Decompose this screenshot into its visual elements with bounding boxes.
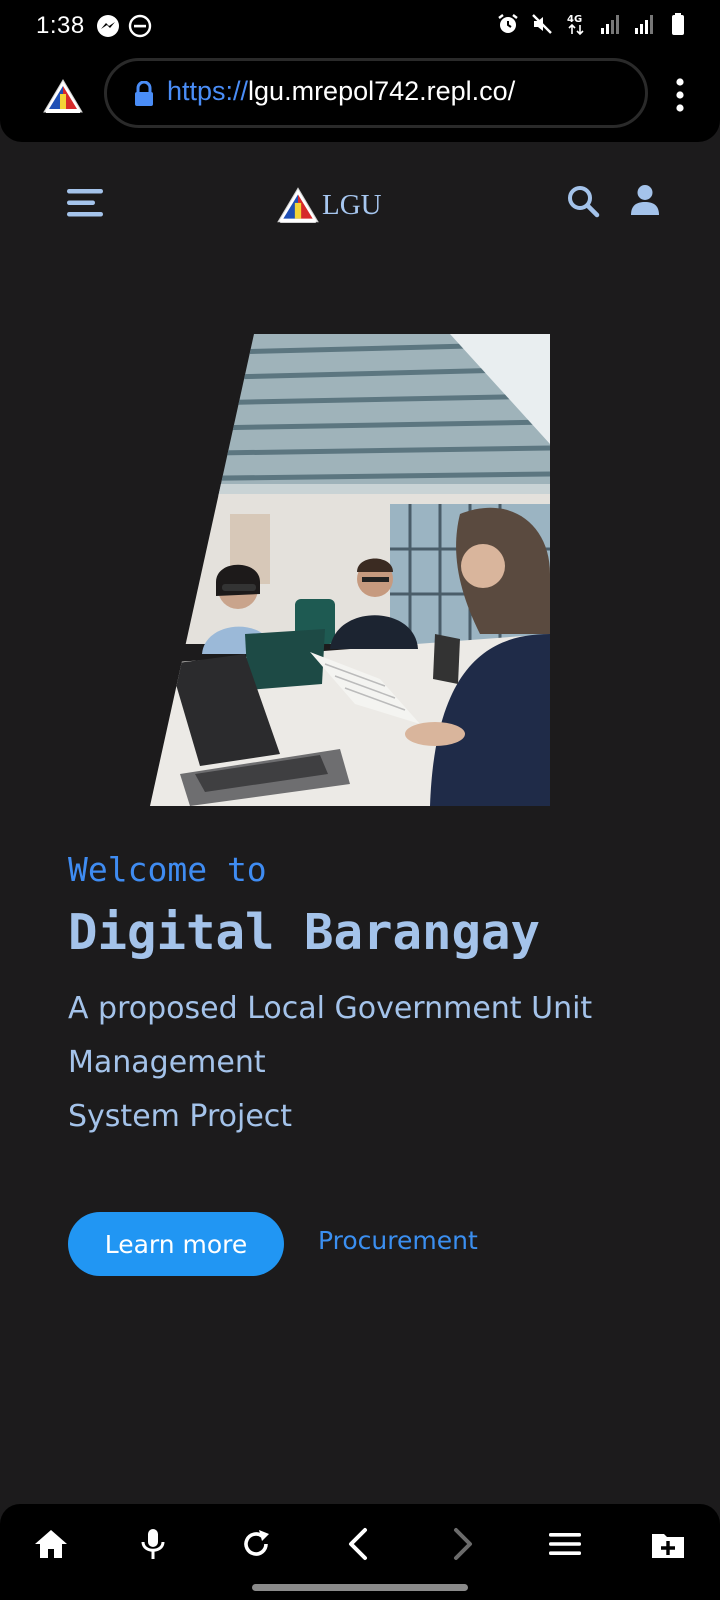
lock-icon	[135, 81, 153, 106]
welcome-text: Welcome to	[68, 850, 267, 889]
4g-data-icon: 4G	[567, 14, 584, 36]
procurement-link[interactable]: Procurement	[318, 1226, 478, 1255]
subtitle-line: System Project	[68, 1099, 293, 1134]
hamburger-menu-icon[interactable]	[66, 186, 104, 220]
signal-icon	[601, 15, 619, 34]
hero-subtitle: A proposed Local Government Unit Managem…	[68, 982, 592, 1144]
signal-icon	[635, 15, 653, 34]
forward-icon[interactable]	[444, 1526, 480, 1562]
gesture-navigation-bar[interactable]	[252, 1584, 468, 1591]
url-bar[interactable]: https://lgu.mrepol742.repl.co/	[104, 58, 648, 128]
do-not-disturb-icon	[128, 14, 152, 38]
logo-text: LGU	[322, 188, 382, 221]
new-tab-icon[interactable]	[650, 1526, 686, 1562]
reload-icon[interactable]	[238, 1526, 274, 1562]
url-scheme: https://	[167, 76, 249, 106]
hero-office-image	[150, 334, 550, 806]
learn-more-button[interactable]: Learn more	[68, 1212, 284, 1276]
browser-bar: https://lgu.mrepol742.repl.co/	[0, 52, 720, 142]
home-icon[interactable]	[33, 1526, 69, 1562]
status-bar: 1:38 4G	[0, 0, 720, 52]
svg-text:4G: 4G	[567, 14, 582, 25]
lgu-favicon-icon[interactable]	[42, 78, 84, 114]
mute-icon	[532, 14, 552, 34]
status-time: 1:38	[36, 12, 85, 39]
search-icon[interactable]	[566, 184, 600, 218]
site-logo[interactable]: LGU	[276, 186, 382, 224]
lgu-logo-icon	[277, 187, 319, 223]
battery-icon	[672, 13, 684, 35]
subtitle-line: A proposed Local Government Unit	[68, 991, 593, 1026]
url-text[interactable]: https://lgu.mrepol742.repl.co/	[167, 76, 515, 107]
microphone-icon[interactable]	[135, 1526, 171, 1562]
user-icon[interactable]	[630, 184, 660, 216]
messenger-icon	[97, 15, 119, 37]
office-meeting-photo	[150, 334, 550, 806]
subtitle-line: Management	[68, 1045, 266, 1080]
alarm-icon	[498, 14, 518, 33]
back-icon[interactable]	[341, 1526, 377, 1562]
overflow-menu-icon[interactable]	[676, 78, 684, 112]
tabs-menu-icon[interactable]	[547, 1526, 583, 1562]
url-host: lgu.mrepol742.repl.co/	[248, 76, 516, 106]
page-title: Digital Barangay	[68, 904, 541, 961]
